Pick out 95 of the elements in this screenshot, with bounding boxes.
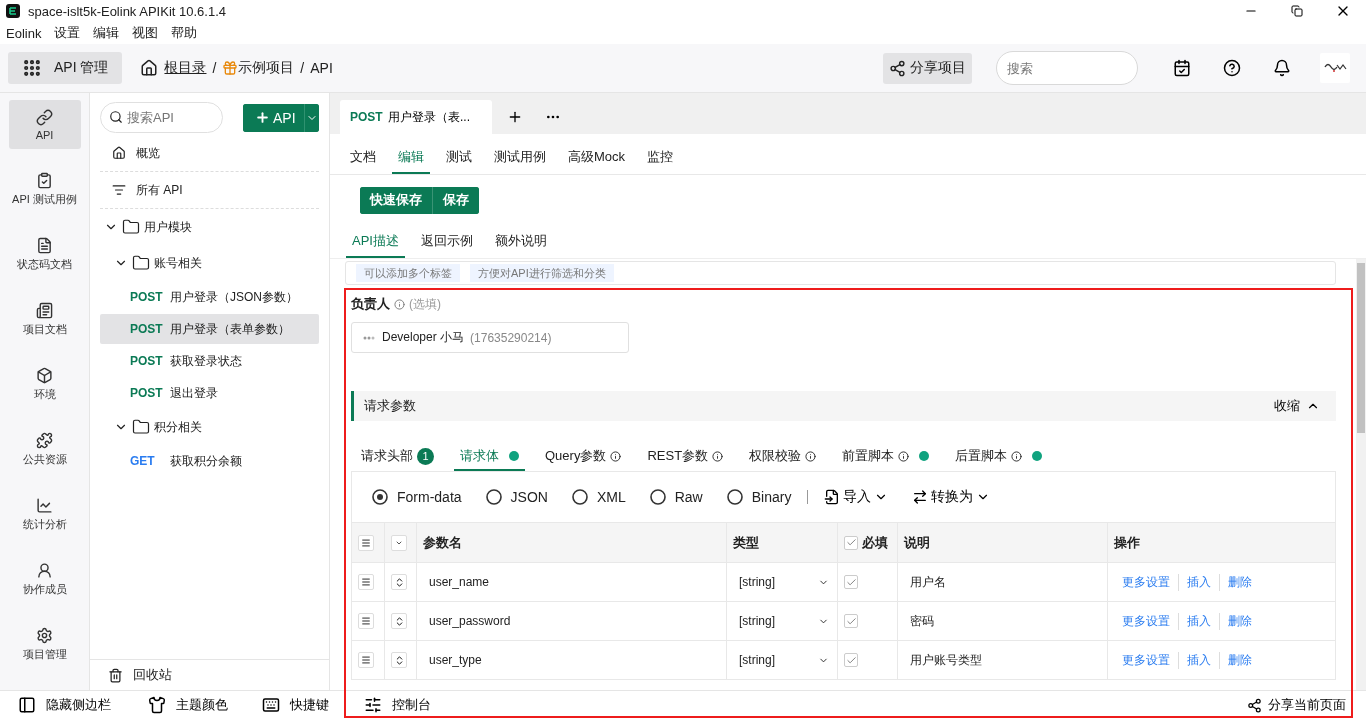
add-api-button[interactable]: API <box>243 103 305 132</box>
folder-item[interactable]: 用户模块 <box>144 218 192 236</box>
recycle-bin-item[interactable]: 回收站 <box>133 666 172 684</box>
column-header: 必填 <box>862 533 888 552</box>
tab[interactable]: 测试用例 <box>488 148 552 174</box>
menu-item[interactable]: Eolink <box>6 25 42 41</box>
sidebar-item[interactable]: API <box>8 100 81 149</box>
breadcrumb-separator: / <box>212 60 217 76</box>
action-link[interactable]: 删除 <box>1219 573 1260 591</box>
menu-item[interactable]: 帮助 <box>171 24 198 42</box>
share-button[interactable]: 分享项目 <box>883 52 972 84</box>
breadcrumb-link[interactable]: 根目录 <box>164 59 207 77</box>
sidebar-item[interactable]: 统计分析 <box>8 490 81 539</box>
api-search-field[interactable]: 搜索API <box>100 102 223 133</box>
sidebar-item[interactable]: 状态码文档 <box>8 230 81 279</box>
sidebar-item[interactable]: 环境 <box>8 360 81 409</box>
sidebar-item[interactable]: 协作成员 <box>8 555 81 604</box>
action-link[interactable]: 更多设置 <box>1114 573 1178 591</box>
menu-item[interactable]: 视图 <box>132 24 159 42</box>
tab[interactable]: Query参数 <box>539 443 628 471</box>
api-item[interactable]: GET 获取积分余额 <box>100 446 319 476</box>
action-link[interactable]: 更多设置 <box>1114 612 1178 630</box>
tab[interactable]: 编辑 <box>392 148 430 174</box>
dropdown-button[interactable]: 转换为 <box>912 488 991 506</box>
tab[interactable]: 请求体 <box>454 443 525 471</box>
column-header: 操作 <box>1108 522 1335 562</box>
action-link[interactable]: 删除 <box>1219 612 1260 630</box>
tab[interactable]: 监控 <box>641 148 680 174</box>
folder-item[interactable]: 积分相关 <box>154 418 202 436</box>
table-cell[interactable]: 密码 <box>898 601 1108 640</box>
owner-field[interactable]: Developer 小马 (17635290214) <box>351 322 629 353</box>
field-hint: (选填) <box>409 295 441 313</box>
search-field[interactable]: 搜索 <box>996 51 1138 85</box>
action-link[interactable]: 插入 <box>1178 612 1219 630</box>
radio-option[interactable]: XML <box>571 489 626 505</box>
action-link[interactable]: 插入 <box>1178 651 1219 669</box>
folder-item[interactable]: 账号相关 <box>154 254 202 272</box>
column-header: 说明 <box>898 522 1108 562</box>
tab[interactable]: 测试 <box>440 148 478 174</box>
api-item[interactable]: POST 退出登录 <box>100 378 319 408</box>
radio-option[interactable]: Binary <box>726 489 792 505</box>
module-button[interactable]: API 管理 <box>8 52 123 84</box>
share-page-button[interactable]: 分享当前页面 <box>1241 695 1352 715</box>
sidebar-item[interactable]: 公共资源 <box>8 425 81 474</box>
tab[interactable]: REST参数 <box>641 443 730 471</box>
collapse-button[interactable]: 收缩 <box>1268 396 1326 416</box>
tab[interactable]: 后置脚本 <box>949 443 1049 471</box>
footer-button[interactable]: 主题颜色 <box>148 696 262 714</box>
table-cell[interactable]: user_password <box>417 601 727 640</box>
radio-option[interactable]: Raw <box>649 489 703 505</box>
tab[interactable]: 高级Mock <box>562 148 632 174</box>
section-title: 请求参数 <box>364 397 416 415</box>
type-select[interactable]: [string] <box>739 614 829 628</box>
action-link[interactable]: 更多设置 <box>1114 651 1178 669</box>
api-item[interactable]: POST 用户登录（JSON参数） <box>100 282 319 312</box>
action-link[interactable]: 插入 <box>1178 573 1219 591</box>
action-link[interactable]: 删除 <box>1219 651 1260 669</box>
sidebar-item[interactable]: API 测试用例 <box>8 165 81 214</box>
radio-option[interactable]: JSON <box>485 489 548 505</box>
menu-item[interactable]: 编辑 <box>93 24 120 42</box>
menu-item[interactable]: 设置 <box>54 24 81 42</box>
save-button[interactable]: 保存 <box>432 186 479 214</box>
tab[interactable]: 权限校验 <box>743 443 823 471</box>
api-item[interactable]: POST 用户登录（表单参数） <box>100 314 319 344</box>
tab[interactable]: 文档 <box>344 148 382 174</box>
sidebar-item[interactable]: 项目文档 <box>8 295 81 344</box>
table-cell[interactable]: user_type <box>417 640 727 679</box>
sidebar-item[interactable]: 项目管理 <box>8 620 81 669</box>
tab[interactable]: API描述 <box>346 232 405 258</box>
footer-button[interactable]: 快捷键 <box>262 696 364 714</box>
breadcrumb-link[interactable]: 示例项目 <box>238 59 295 77</box>
table-cell[interactable]: 用户账号类型 <box>898 640 1108 679</box>
api-tab[interactable]: POST 用户登录（表... <box>340 100 492 134</box>
breadcrumb-link[interactable]: API <box>310 60 333 76</box>
column-header: 类型 <box>727 522 838 562</box>
tab[interactable]: 额外说明 <box>488 232 553 258</box>
table-cell[interactable]: user_name <box>417 562 727 601</box>
tab[interactable]: 前置脚本 <box>836 443 936 471</box>
dropdown-button[interactable]: 导入 <box>824 488 889 506</box>
window-title: space-islt5k-Eolink APIKit 10.6.1.4 <box>28 3 226 19</box>
nav-item[interactable]: 所有 API <box>136 181 183 199</box>
tag-field[interactable]: 可以添加多个标签 方便对API进行筛选和分类 <box>345 261 1336 285</box>
tab[interactable]: 请求头部 1 <box>355 443 440 471</box>
breadcrumb-separator: / <box>300 60 305 76</box>
radio-option[interactable]: Form-data <box>372 489 462 505</box>
footer-button[interactable]: 隐藏侧边栏 <box>18 696 148 714</box>
type-select[interactable]: [string] <box>739 653 829 667</box>
table-cell[interactable]: 用户名 <box>898 562 1108 601</box>
tab[interactable]: 返回示例 <box>414 232 479 258</box>
column-header: 参数名 <box>417 522 727 562</box>
type-select[interactable]: [string] <box>739 575 829 589</box>
field-label: 负责人 <box>351 295 390 313</box>
api-item[interactable]: POST 获取登录状态 <box>100 346 319 376</box>
nav-item[interactable]: 概览 <box>136 144 160 162</box>
footer-button[interactable]: 控制台 <box>364 696 484 714</box>
